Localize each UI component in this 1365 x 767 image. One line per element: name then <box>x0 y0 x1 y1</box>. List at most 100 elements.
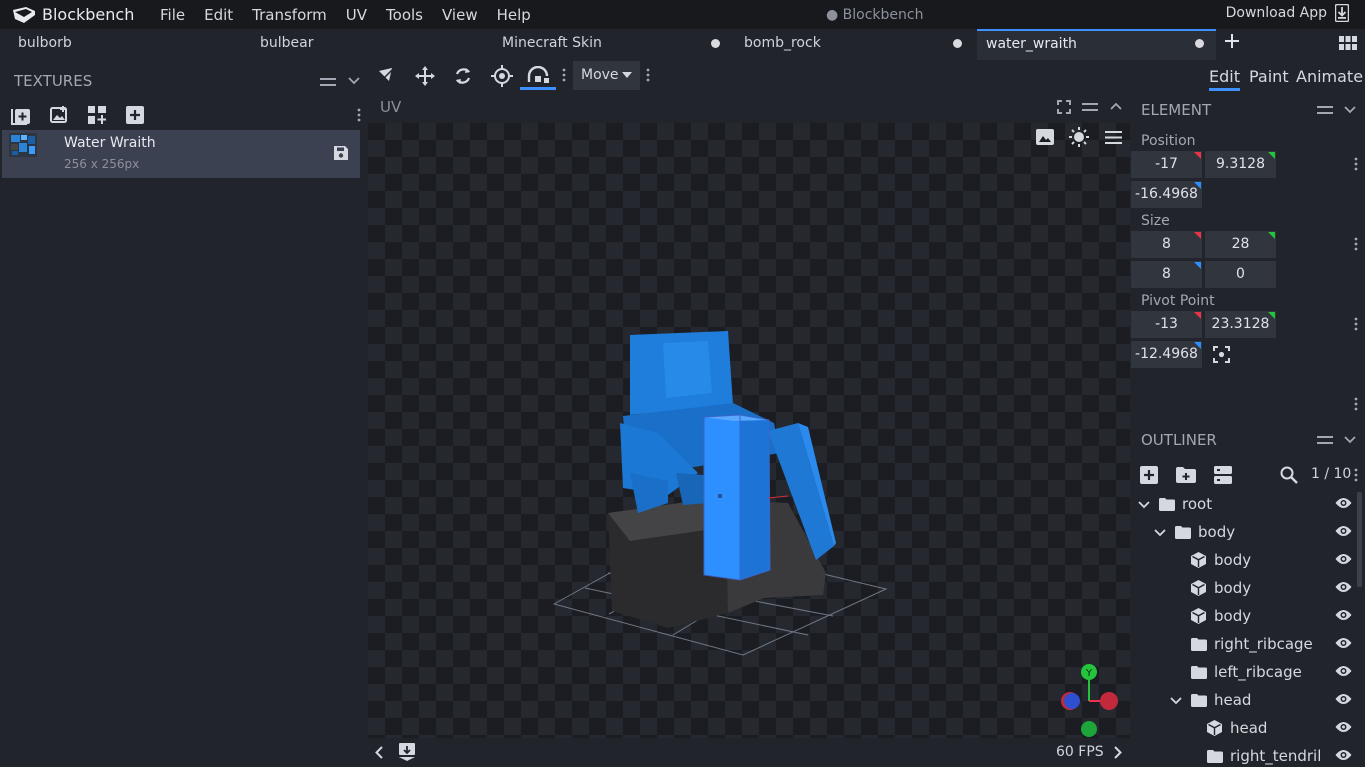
outliner-group-row[interactable]: right_ribcage <box>1130 630 1355 658</box>
position-menu[interactable] <box>1354 157 1358 171</box>
menu-view[interactable]: View <box>442 6 478 24</box>
folder-icon <box>1191 638 1207 651</box>
vertex-snap-tool[interactable] <box>376 66 396 86</box>
inflate-input[interactable]: 0 <box>1205 261 1276 288</box>
visibility-toggle[interactable] <box>1335 581 1352 593</box>
menu-edit[interactable]: Edit <box>204 6 233 24</box>
textures-title: TEXTURES <box>14 72 93 90</box>
pivot-tool[interactable] <box>491 65 513 87</box>
visibility-toggle[interactable] <box>1335 665 1352 677</box>
outliner-group-row[interactable]: root <box>1130 490 1355 518</box>
size-menu[interactable] <box>1354 237 1358 251</box>
visibility-toggle[interactable] <box>1335 525 1352 537</box>
add-texture-button[interactable] <box>126 106 144 124</box>
status-prev-button[interactable] <box>375 746 383 759</box>
element-panel-menu[interactable] <box>1354 397 1358 411</box>
pivot-x-input[interactable]: -13 <box>1131 311 1202 338</box>
move-tool[interactable] <box>414 65 436 87</box>
outliner-cube-row[interactable]: body <box>1130 602 1355 630</box>
texture-toolbar-menu[interactable] <box>357 108 361 122</box>
visibility-toggle[interactable] <box>1335 637 1352 649</box>
outliner-scrollbar[interactable] <box>1357 492 1362 587</box>
panel-collapse-handle[interactable] <box>320 78 336 86</box>
toolbar-menu[interactable] <box>562 68 566 82</box>
panel-fold-button[interactable] <box>348 77 360 85</box>
position-x-input[interactable]: -17 <box>1131 151 1202 178</box>
visibility-toggle[interactable] <box>1335 749 1352 761</box>
import-texture-button[interactable] <box>11 105 31 125</box>
element-panel-fold[interactable] <box>1344 106 1356 114</box>
outliner-options-button[interactable] <box>1214 466 1232 484</box>
menu-help[interactable]: Help <box>497 6 531 24</box>
download-app-button[interactable]: Download App <box>1226 4 1349 22</box>
texture-item[interactable]: Water Wraith 256 x 256px <box>2 130 360 178</box>
tab-bulborb[interactable]: bulborb <box>0 29 242 60</box>
outliner-panel-fold[interactable] <box>1344 436 1356 444</box>
tab-minecraft-skin[interactable]: Minecraft Skin <box>484 29 726 60</box>
menu-file[interactable]: File <box>160 6 185 24</box>
expand-toggle[interactable] <box>1154 529 1166 537</box>
position-z-input[interactable]: -16.4968 <box>1131 181 1202 208</box>
expand-toggle[interactable] <box>1138 501 1150 509</box>
menu-uv[interactable]: UV <box>346 6 367 24</box>
unsaved-dot-icon[interactable] <box>953 39 962 48</box>
tab-overview-button[interactable] <box>1339 36 1357 50</box>
status-next-button[interactable] <box>1114 746 1122 759</box>
size-y-input[interactable]: 28 <box>1205 231 1276 258</box>
cube-icon <box>1191 608 1206 624</box>
pivot-menu[interactable] <box>1354 317 1358 331</box>
drag-handle-icon <box>1082 103 1098 111</box>
mode-animate[interactable]: Animate <box>1296 67 1363 86</box>
outliner-group-row[interactable]: body <box>1130 518 1355 546</box>
save-texture-button[interactable] <box>333 145 349 161</box>
outliner-search-button[interactable] <box>1280 466 1298 484</box>
fullscreen-button[interactable] <box>1057 100 1071 114</box>
element-panel-handle[interactable] <box>1317 106 1333 114</box>
status-save-button[interactable] <box>398 743 416 761</box>
add-cube-button[interactable] <box>1140 466 1158 484</box>
outliner-group-row[interactable]: right_tendril <box>1130 742 1355 767</box>
pivot-z-input[interactable]: -12.4968 <box>1131 341 1202 368</box>
download-app-label: Download App <box>1225 5 1327 21</box>
outliner-cube-row[interactable]: head <box>1130 714 1355 742</box>
visibility-toggle[interactable] <box>1335 721 1352 733</box>
transform-space-tool[interactable] <box>520 63 556 90</box>
outliner-cube-row[interactable]: body <box>1130 546 1355 574</box>
tab-bulbear[interactable]: bulbear <box>242 29 484 60</box>
expand-toggle[interactable] <box>1170 697 1182 705</box>
outliner-group-row[interactable]: left_ribcage <box>1130 658 1355 686</box>
menu-tools[interactable]: Tools <box>386 6 423 24</box>
mode-paint[interactable]: Paint <box>1249 67 1289 86</box>
outliner-panel-handle[interactable] <box>1317 436 1333 444</box>
center-pivot-button[interactable] <box>1213 346 1230 363</box>
outliner-tree: root body body body body right_ribcage left_ri… <box>1130 490 1355 767</box>
new-tab-button[interactable] <box>1224 33 1240 49</box>
menu-transform[interactable]: Transform <box>252 6 327 24</box>
outliner-toolbar-menu[interactable] <box>1354 468 1358 482</box>
size-z-input[interactable]: 8 <box>1131 261 1202 288</box>
tab-water-wraith[interactable]: water_wraith <box>977 29 1216 60</box>
visibility-toggle[interactable] <box>1335 497 1352 509</box>
rotate-tool[interactable] <box>453 66 473 86</box>
visibility-toggle[interactable] <box>1335 553 1352 565</box>
outliner-group-row[interactable]: head <box>1130 686 1355 714</box>
visibility-toggle[interactable] <box>1335 693 1352 705</box>
size-x-input[interactable]: 8 <box>1131 231 1202 258</box>
position-y-input[interactable]: 9.3128 <box>1205 151 1276 178</box>
toolbar-menu-2[interactable] <box>646 68 650 82</box>
axis-gizmo[interactable]: Y <box>1058 663 1128 738</box>
pivot-y-input[interactable]: 23.3128 <box>1205 311 1276 338</box>
unsaved-dot-icon[interactable] <box>711 39 720 48</box>
viewport-collapse-button[interactable] <box>1110 102 1122 110</box>
viewport-handle[interactable] <box>1082 103 1098 111</box>
tab-bomb-rock[interactable]: bomb_rock <box>726 29 968 60</box>
unsaved-dot-icon[interactable] <box>1195 39 1204 48</box>
visibility-toggle[interactable] <box>1335 609 1352 621</box>
texture-atlas-button[interactable] <box>88 106 106 124</box>
3d-viewport[interactable]: Y <box>368 123 1130 738</box>
outliner-cube-row[interactable]: body <box>1130 574 1355 602</box>
add-group-button[interactable] <box>1176 467 1196 483</box>
create-texture-button[interactable] <box>50 106 68 124</box>
mode-edit[interactable]: Edit <box>1209 67 1240 91</box>
mode-select[interactable]: Move <box>573 61 640 90</box>
